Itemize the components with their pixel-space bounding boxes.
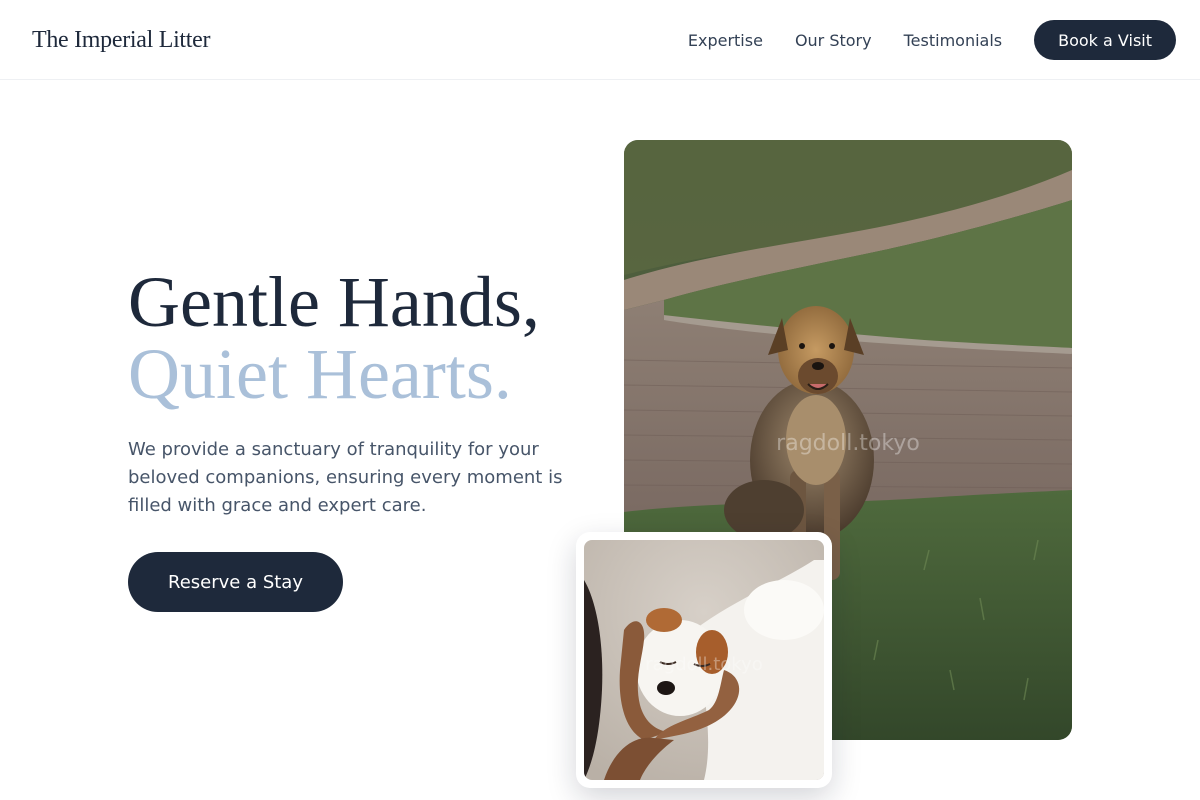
nav-link-testimonials[interactable]: Testimonials	[904, 31, 1003, 50]
nav-link-expertise[interactable]: Expertise	[688, 31, 763, 50]
site-header: The Imperial Litter Expertise Our Story …	[0, 0, 1200, 80]
main-nav: Expertise Our Story Testimonials Book a …	[688, 20, 1176, 60]
puppy-in-hands-image: ragdoll.tokyo	[584, 540, 824, 780]
main-photo-watermark: ragdoll.tokyo	[776, 431, 920, 456]
book-visit-button[interactable]: Book a Visit	[1034, 20, 1176, 60]
inset-photo-card: ragdoll.tokyo	[576, 532, 832, 788]
nav-link-our-story[interactable]: Our Story	[795, 31, 872, 50]
puppy-hands-photo: ragdoll.tokyo	[584, 540, 824, 780]
hero-title: Gentle Hands, Quiet Hearts.	[128, 266, 540, 410]
hero-title-line2: Quiet Hearts.	[128, 334, 512, 414]
hero-description: We provide a sanctuary of tranquility fo…	[128, 439, 563, 516]
brand-logo[interactable]: The Imperial Litter	[32, 24, 211, 56]
reserve-stay-button[interactable]: Reserve a Stay	[128, 552, 343, 612]
hero-title-line1: Gentle Hands,	[128, 262, 540, 342]
inset-photo-watermark: ragdoll.tokyo	[645, 654, 763, 675]
